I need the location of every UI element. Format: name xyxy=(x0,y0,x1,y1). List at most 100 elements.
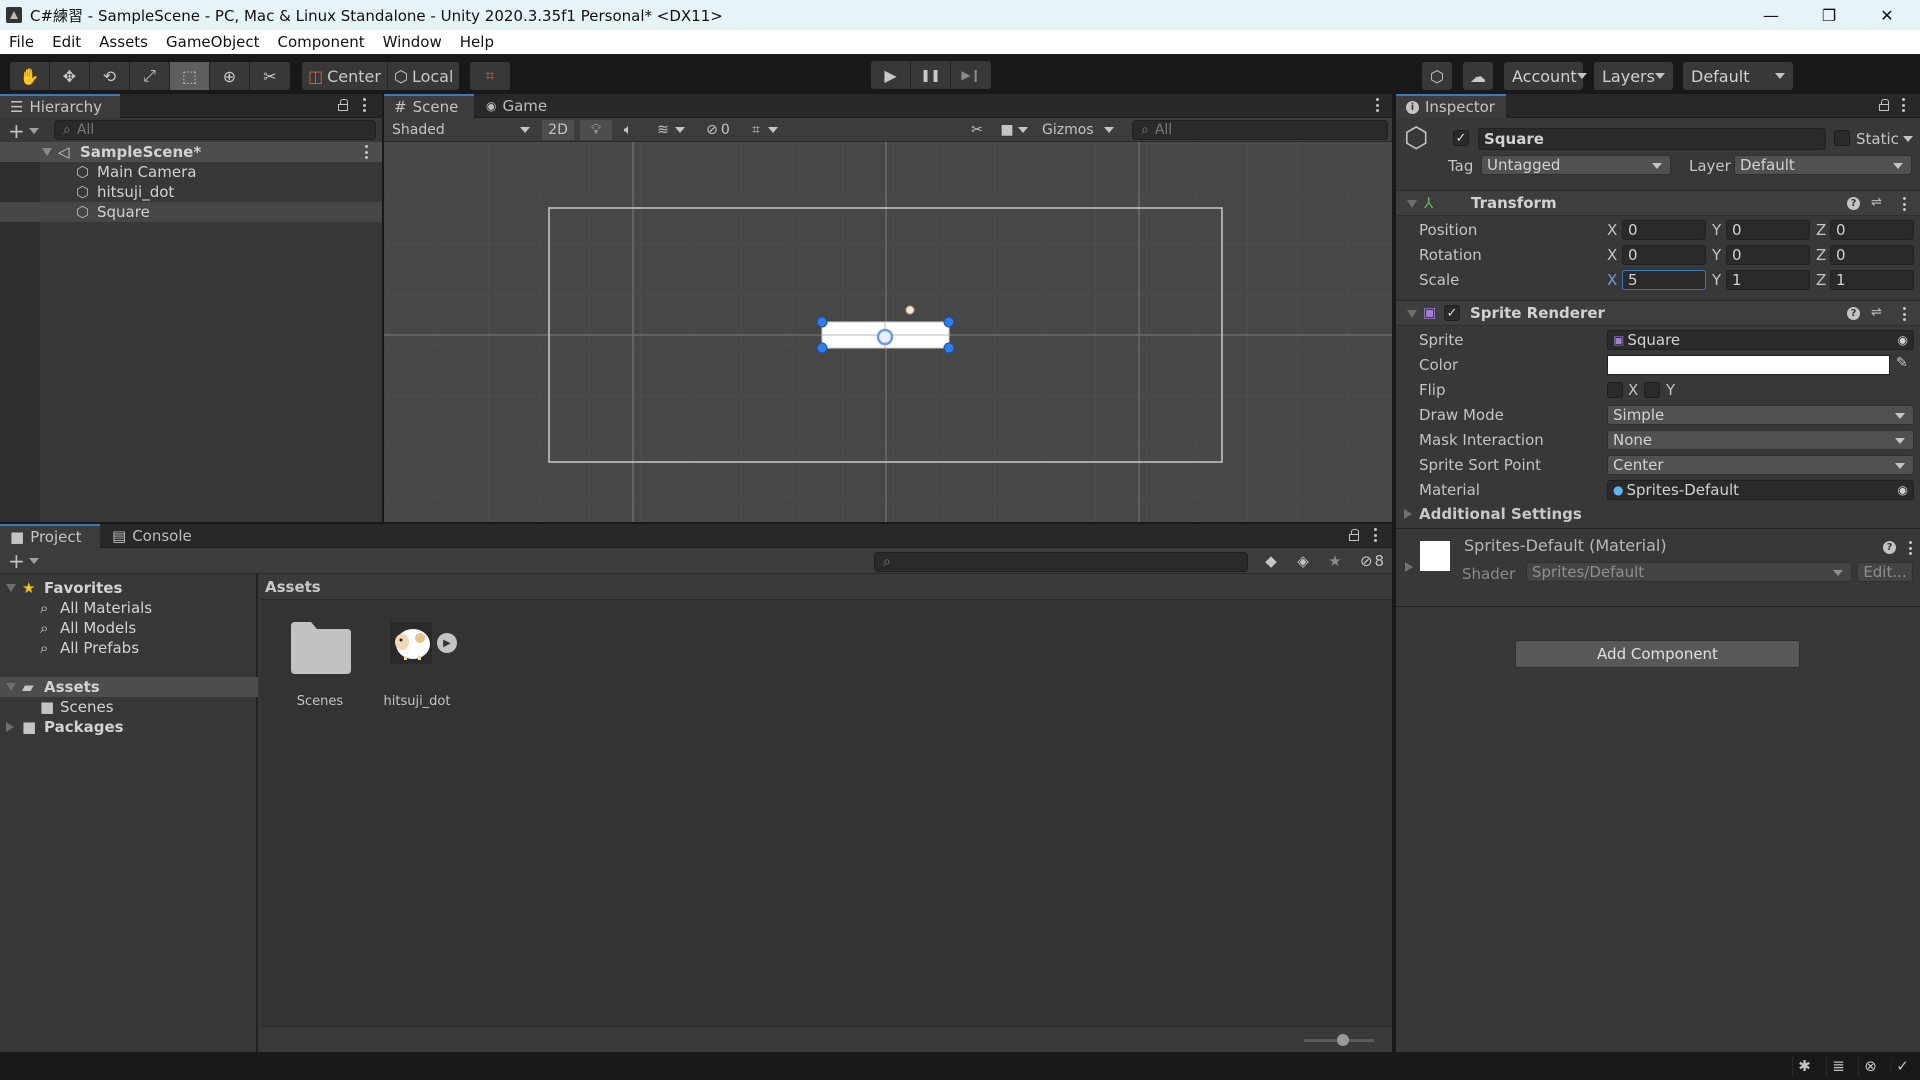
scene-row[interactable]: ◁ SampleScene* xyxy=(0,142,382,162)
search-by-label-icon[interactable]: ◈ xyxy=(1288,552,1318,572)
rect-handle[interactable] xyxy=(816,342,828,354)
eyedropper-icon[interactable]: ✎ xyxy=(1896,355,1908,371)
scene-search-input[interactable]: ⌕ All xyxy=(1132,120,1388,140)
rotation-z-input[interactable]: 0 xyxy=(1830,245,1914,265)
hitsuji-dot-sprite[interactable] xyxy=(905,305,915,315)
scene-viewport[interactable] xyxy=(384,142,1392,522)
more-options-icon[interactable] xyxy=(1375,98,1379,112)
tab-inspector[interactable]: i Inspector xyxy=(1396,94,1506,118)
help-icon[interactable]: ? xyxy=(1847,196,1860,210)
shading-mode-dropdown[interactable]: Shaded xyxy=(386,120,536,140)
pause-button[interactable]: ❚❚ xyxy=(911,61,951,89)
transform-header[interactable]: ⅄ Transform ? ⇌ xyxy=(1396,190,1920,216)
tab-game[interactable]: ◉ Game xyxy=(476,94,556,118)
more-options-icon[interactable] xyxy=(362,98,366,112)
tab-project[interactable]: ■ Project xyxy=(0,524,100,548)
menu-component[interactable]: Component xyxy=(269,33,374,51)
hand-tool-button[interactable]: ✋ xyxy=(10,62,50,90)
lock-icon[interactable] xyxy=(1879,99,1889,111)
hierarchy-item[interactable]: ⬡ Main Camera xyxy=(0,162,382,182)
account-dropdown[interactable]: Account xyxy=(1504,62,1587,90)
layer-dropdown[interactable]: Default xyxy=(1734,155,1912,175)
hierarchy-search-input[interactable]: ⌕ All xyxy=(54,120,376,140)
lock-icon[interactable] xyxy=(338,99,348,111)
menu-file[interactable]: File xyxy=(0,33,43,51)
favorite-star-icon[interactable]: ★ xyxy=(1320,552,1350,572)
gizmos-dropdown[interactable]: Gizmos xyxy=(1036,120,1120,140)
static-checkbox[interactable] xyxy=(1834,130,1850,146)
slider-thumb[interactable] xyxy=(1336,1034,1349,1046)
auto-generate-lighting-icon[interactable]: ⊗ xyxy=(1858,1056,1882,1076)
expand-arrow-icon[interactable] xyxy=(1405,562,1413,572)
tree-item[interactable]: ⌕ All Materials xyxy=(0,598,258,618)
create-asset-button[interactable]: + xyxy=(8,551,39,571)
component-enabled-checkbox[interactable]: ✓ xyxy=(1444,305,1460,321)
check-circle-icon[interactable]: ✓ xyxy=(1890,1056,1914,1076)
mask-interaction-dropdown[interactable]: None xyxy=(1607,430,1914,450)
component-menu-icon[interactable] xyxy=(1902,307,1906,321)
collapse-arrow-icon[interactable] xyxy=(1407,200,1417,208)
hidden-packages-toggle[interactable]: ⊘ 8 xyxy=(1352,552,1392,572)
more-options-icon[interactable] xyxy=(1901,98,1905,112)
icon-size-slider[interactable] xyxy=(1304,1034,1374,1046)
scale-y-input[interactable]: 1 xyxy=(1726,270,1810,290)
menu-help[interactable]: Help xyxy=(451,33,503,51)
audio-toggle[interactable]: 🔈︎ xyxy=(612,120,644,140)
sort-point-dropdown[interactable]: Center xyxy=(1607,455,1914,475)
layers-dropdown[interactable]: Layers xyxy=(1594,62,1673,90)
debug-off-icon[interactable]: ✱ xyxy=(1792,1056,1816,1076)
axis-z-label[interactable]: Z xyxy=(1816,271,1826,289)
menu-gameobject[interactable]: GameObject xyxy=(157,33,269,51)
project-search-input[interactable]: ⌕ xyxy=(874,552,1248,572)
axis-y-label[interactable]: Y xyxy=(1712,271,1721,289)
rotation-y-input[interactable]: 0 xyxy=(1726,245,1810,265)
rect-handle[interactable] xyxy=(816,316,828,328)
rect-handle[interactable] xyxy=(943,342,955,354)
additional-settings-foldout[interactable]: Additional Settings xyxy=(1396,502,1920,526)
sprite-renderer-header[interactable]: ▣ ✓ Sprite Renderer ? ⇌ xyxy=(1396,300,1920,326)
tree-assets-selected[interactable]: ▰ Assets xyxy=(0,677,258,697)
scene-menu-icon[interactable] xyxy=(364,145,368,159)
static-dropdown[interactable]: Static xyxy=(1856,130,1913,148)
axis-z-label[interactable]: Z xyxy=(1816,221,1826,239)
cloud-button[interactable]: ☁ xyxy=(1463,62,1493,90)
layout-dropdown[interactable]: Default xyxy=(1683,62,1793,90)
edit-shader-button[interactable]: Edit... xyxy=(1857,562,1913,582)
help-icon[interactable]: ? xyxy=(1883,541,1896,554)
close-button[interactable]: ✕ xyxy=(1858,0,1916,30)
axis-y-label[interactable]: Y xyxy=(1712,246,1721,264)
tab-console[interactable]: ▤ Console xyxy=(102,524,202,548)
object-picker-icon[interactable]: ◉ xyxy=(1898,483,1908,497)
draw-mode-dropdown[interactable]: Simple xyxy=(1607,405,1914,425)
pivot-rotation-button[interactable]: ⬡ Local xyxy=(388,62,459,90)
snap-button[interactable]: ⌗ xyxy=(470,62,510,90)
tree-packages[interactable]: ■ Packages xyxy=(0,717,258,737)
grid-dropdown[interactable]: ⌗ xyxy=(740,120,790,140)
transform-tool-button[interactable]: ⊕ xyxy=(210,62,250,90)
hierarchy-item-selected[interactable]: ⬡ Square xyxy=(0,202,382,222)
material-object-field[interactable]: ● Sprites-Default ◉ xyxy=(1607,480,1914,500)
asset-item-scenes[interactable]: Scenes xyxy=(280,614,360,714)
2d-toggle[interactable]: 2D xyxy=(542,120,574,140)
effects-dropdown[interactable]: ≋ xyxy=(646,120,696,140)
add-component-button[interactable]: Add Component xyxy=(1515,640,1800,668)
more-options-icon[interactable] xyxy=(1373,528,1377,542)
tree-item[interactable]: ■ Scenes xyxy=(0,697,258,717)
position-x-input[interactable]: 0 xyxy=(1622,220,1706,240)
axis-x-label[interactable]: X xyxy=(1607,271,1617,289)
create-button[interactable]: + xyxy=(8,121,39,141)
expand-sprite-play-icon[interactable]: ▶ xyxy=(437,633,457,653)
breadcrumb-item[interactable]: Assets xyxy=(265,578,321,596)
rotation-x-input[interactable]: 0 xyxy=(1622,245,1706,265)
expand-arrow-icon[interactable] xyxy=(42,148,52,156)
axis-x-label[interactable]: X xyxy=(1607,246,1617,264)
cache-server-icon[interactable]: ≣ xyxy=(1826,1056,1850,1076)
axis-y-label[interactable]: Y xyxy=(1712,221,1721,239)
component-menu-icon[interactable] xyxy=(1908,541,1912,555)
step-button[interactable]: ▶❙ xyxy=(951,61,991,89)
tab-hierarchy[interactable]: ☰ Hierarchy xyxy=(0,94,120,118)
component-menu-icon[interactable] xyxy=(1902,197,1906,211)
custom-tool-button[interactable]: ✂ xyxy=(250,62,290,90)
expand-arrow-icon[interactable] xyxy=(6,722,14,732)
scale-tool-button[interactable]: ⤢ xyxy=(130,62,170,90)
